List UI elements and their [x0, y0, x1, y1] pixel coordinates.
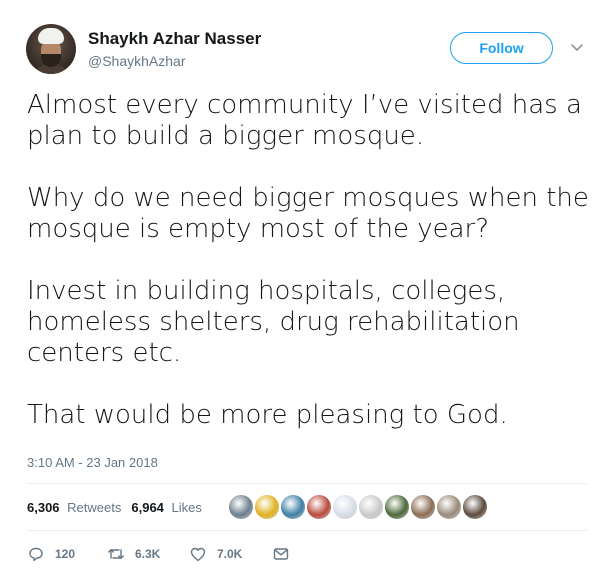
retweets-count: 6,306: [27, 499, 60, 515]
tweet-paragraph: Invest in building hospitals, colleges, …: [27, 276, 520, 368]
like-button[interactable]: 7.0K: [189, 544, 242, 564]
liker-avatar[interactable]: [462, 494, 488, 520]
retweet-button[interactable]: 6.3K: [107, 544, 160, 564]
liker-avatar[interactable]: [332, 494, 358, 520]
avatar[interactable]: [26, 24, 76, 74]
tweet-paragraph: That would be more pleasing to God.: [27, 400, 508, 430]
liker-avatar[interactable]: [228, 494, 254, 520]
user-handle[interactable]: @ShaykhAzhar: [88, 53, 185, 69]
retweet-count: 6.3K: [135, 547, 161, 561]
engagement-stats: 6,306 Retweets 6,964 Likes: [27, 498, 212, 516]
retweets-stat[interactable]: 6,306 Retweets: [27, 500, 121, 515]
like-count: 7.0K: [217, 547, 243, 561]
liker-avatar[interactable]: [384, 494, 410, 520]
divider: [27, 483, 587, 484]
likes-count: 6,964: [131, 499, 164, 515]
tweet-paragraph: Almost every community I’ve visited has …: [27, 90, 582, 151]
divider: [27, 530, 587, 531]
reply-icon: [29, 547, 43, 562]
liker-avatar[interactable]: [280, 494, 306, 520]
likes-label: Likes: [171, 499, 202, 515]
reply-count: 120: [55, 547, 76, 561]
tweet-text: Almost every community I’ve visited has …: [27, 90, 597, 431]
user-name[interactable]: Shaykh Azhar Nasser: [88, 29, 261, 49]
reply-button[interactable]: 120: [27, 544, 75, 564]
tweet-paragraph: Why do we need bigger mosques when the m…: [27, 183, 589, 244]
tweet-card: Shaykh Azhar Nasser @ShaykhAzhar Follow …: [0, 0, 607, 580]
liker-avatar[interactable]: [306, 494, 332, 520]
likes-stat[interactable]: 6,964 Likes: [131, 500, 202, 515]
follow-button[interactable]: Follow: [450, 32, 553, 64]
liker-avatar[interactable]: [254, 494, 280, 520]
retweets-label: Retweets: [67, 499, 122, 515]
envelope-icon: [273, 548, 289, 560]
heart-icon: [190, 547, 206, 562]
liker-avatar[interactable]: [436, 494, 462, 520]
direct-message-button[interactable]: [272, 544, 300, 564]
liker-avatar[interactable]: [358, 494, 384, 520]
chevron-down-icon[interactable]: [570, 40, 584, 54]
retweet-icon: [108, 549, 124, 559]
tweet-timestamp[interactable]: 3:10 AM - 23 Jan 2018: [27, 455, 158, 470]
liker-avatar[interactable]: [410, 494, 436, 520]
